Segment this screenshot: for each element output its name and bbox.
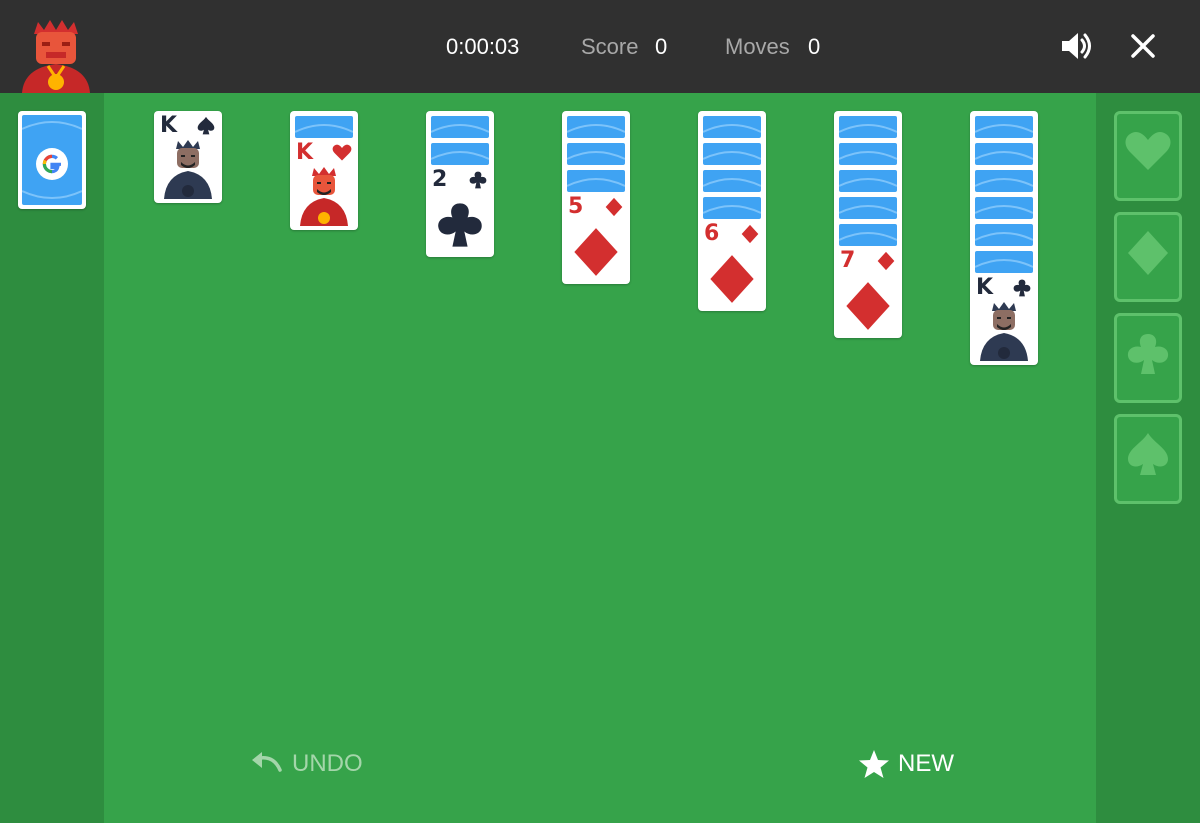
- king-figure-icon: [164, 139, 212, 199]
- card-back: [22, 115, 82, 205]
- card-rank: K: [160, 113, 178, 138]
- undo-label: UNDO: [292, 750, 363, 777]
- hearts-icon: [332, 144, 352, 161]
- card-rank: 7: [840, 248, 856, 273]
- tableau-column-7[interactable]: K: [970, 111, 1038, 365]
- tableau-column-2[interactable]: K: [290, 111, 358, 230]
- card-rank: 6: [704, 221, 720, 246]
- diamonds-large-icon: [846, 282, 890, 330]
- face-down-card[interactable]: [975, 197, 1033, 219]
- face-down-card[interactable]: [703, 197, 761, 219]
- game-timer: 0:00:03: [446, 34, 520, 59]
- score-value: 0: [655, 34, 668, 59]
- google-g-icon: [36, 148, 68, 180]
- sound-icon: [1062, 33, 1091, 59]
- clubs-icon: [1127, 334, 1169, 374]
- card-rank: 5: [568, 194, 584, 219]
- hearts-icon: [1125, 132, 1171, 170]
- stock-pile[interactable]: [18, 111, 86, 209]
- face-down-card[interactable]: [567, 170, 625, 192]
- score-label: Score: [581, 34, 639, 59]
- card-rank: 2: [432, 167, 448, 192]
- new-game-button[interactable]: NEW: [858, 746, 954, 782]
- face-down-card[interactable]: [975, 170, 1033, 192]
- foundation-clubs[interactable]: [1114, 313, 1182, 403]
- moves-label: Moves: [725, 34, 790, 59]
- foundation-spades[interactable]: [1114, 414, 1182, 504]
- tableau-column-4[interactable]: 5: [562, 111, 630, 284]
- moves-value: 0: [808, 34, 821, 59]
- clubs-icon: [469, 171, 487, 189]
- diamonds-large-icon: [710, 255, 754, 303]
- diamonds-icon: [1128, 231, 1168, 275]
- diamonds-icon: [605, 197, 623, 217]
- king-mascot-icon: [20, 18, 92, 93]
- face-down-card[interactable]: [975, 116, 1033, 138]
- face-down-card[interactable]: [839, 116, 897, 138]
- face-down-card[interactable]: [839, 170, 897, 192]
- face-down-card[interactable]: [431, 116, 489, 138]
- star-icon: [859, 750, 889, 778]
- face-down-card[interactable]: [567, 116, 625, 138]
- face-down-card[interactable]: [295, 116, 353, 138]
- new-label: NEW: [898, 750, 954, 777]
- card-rank: K: [296, 140, 314, 165]
- top-bar: 0:00:03 Score 0 Moves 0: [0, 0, 1200, 93]
- tableau-column-6[interactable]: 7: [834, 111, 902, 338]
- close-button[interactable]: [1128, 31, 1158, 61]
- face-down-card[interactable]: [839, 197, 897, 219]
- face-down-card[interactable]: [703, 170, 761, 192]
- face-down-card[interactable]: [839, 224, 897, 246]
- face-down-card[interactable]: [975, 251, 1033, 273]
- foundation-diamonds[interactable]: [1114, 212, 1182, 302]
- undo-icon: [252, 752, 282, 772]
- spades-icon: [197, 116, 215, 135]
- king-figure-icon: [980, 301, 1028, 361]
- face-down-card[interactable]: [703, 116, 761, 138]
- diamonds-icon: [741, 224, 759, 244]
- clubs-large-icon: [438, 203, 482, 247]
- diamonds-icon: [877, 251, 895, 271]
- tableau-column-1[interactable]: K: [154, 111, 222, 203]
- spades-icon: [1128, 433, 1168, 475]
- face-down-card[interactable]: [839, 143, 897, 165]
- clubs-icon: [1013, 279, 1031, 297]
- face-down-card[interactable]: [703, 143, 761, 165]
- undo-button[interactable]: UNDO: [250, 746, 363, 782]
- card-rank: K: [976, 275, 994, 300]
- diamonds-large-icon: [574, 228, 618, 276]
- close-icon: [1131, 34, 1155, 58]
- face-down-card[interactable]: [975, 224, 1033, 246]
- king-figure-icon: [300, 166, 348, 226]
- face-down-card[interactable]: [431, 143, 489, 165]
- tableau-column-3[interactable]: 2: [426, 111, 494, 257]
- face-down-card[interactable]: [975, 143, 1033, 165]
- face-down-card[interactable]: [567, 143, 625, 165]
- sound-button[interactable]: [1060, 30, 1094, 62]
- foundation-hearts[interactable]: [1114, 111, 1182, 201]
- tableau-column-5[interactable]: 6: [698, 111, 766, 311]
